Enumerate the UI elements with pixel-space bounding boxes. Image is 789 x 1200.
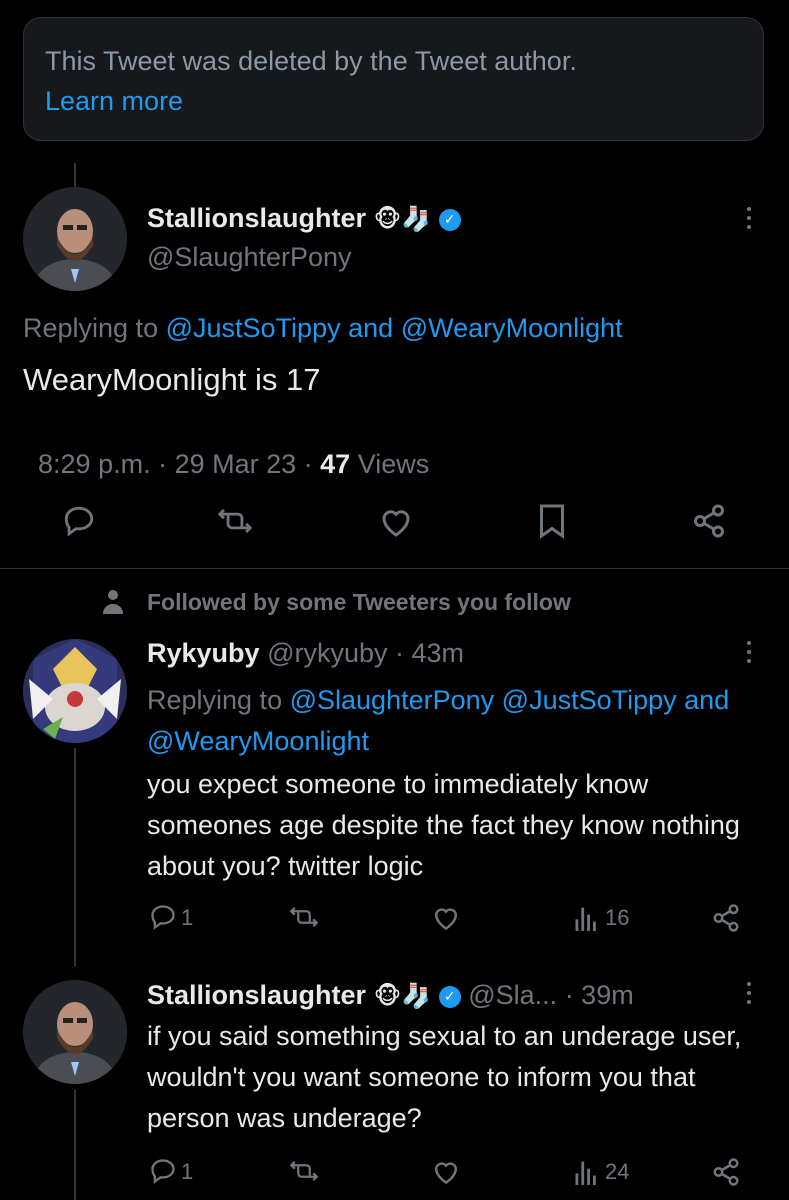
social-context-label: Followed by some Tweeters you follow [147, 589, 571, 615]
main-tweet-views-label: Views [350, 449, 430, 479]
reply1-views-count: 16 [605, 905, 630, 930]
more-icon[interactable] [747, 982, 751, 1004]
retweet-icon[interactable] [289, 903, 319, 931]
main-tweet-handle[interactable]: @SlaughterPony [147, 242, 352, 273]
like-icon[interactable] [378, 505, 414, 538]
share-icon[interactable] [711, 1157, 741, 1187]
views-icon[interactable] [573, 903, 599, 931]
reply2-reply-count: 1 [181, 1159, 194, 1184]
reply1-text: you expect someone to immediately know s… [147, 769, 740, 881]
reply2-views-count: 24 [605, 1159, 630, 1184]
reply-icon[interactable] [149, 1157, 177, 1185]
mention-justsotippy[interactable]: @JustSoTippy [502, 685, 677, 715]
reply2-handle[interactable]: @Sla... [468, 980, 557, 1010]
share-icon[interactable] [711, 903, 741, 933]
main-tweet-timestamp[interactable]: 8:29 p.m. · 29 Mar 23 · [38, 449, 320, 479]
reply1-reply-count: 1 [181, 905, 194, 930]
main-tweet-header: Stallionslaughter 🐵🧦 ✓ [147, 203, 461, 234]
main-tweet-display-name[interactable]: Stallionslaughter [147, 203, 366, 233]
bookmark-icon[interactable] [537, 503, 567, 539]
main-tweet-replying-to: Replying to @JustSoTippy and @WearyMoonl… [23, 313, 623, 344]
more-icon[interactable] [747, 641, 751, 663]
more-icon[interactable] [747, 207, 751, 229]
reply1-display-name[interactable]: Rykyuby [147, 638, 260, 668]
verified-icon: ✓ [438, 985, 461, 1008]
avatar-rykyuby[interactable] [23, 639, 127, 743]
replying-and: and [348, 313, 394, 343]
mention-wearymoonlight[interactable]: @WearyMoonlight [147, 726, 369, 756]
person-icon [101, 588, 125, 614]
thread-line-reply1 [74, 748, 76, 966]
reply1-header: Rykyuby @rykyuby · 43m [147, 638, 464, 669]
retweet-icon[interactable] [217, 504, 253, 538]
main-tweet-text: WearyMoonlight is 17 [23, 362, 321, 397]
reply2-text: if you said something sexual to an under… [147, 1021, 742, 1133]
main-tweet-meta: 8:29 p.m. · 29 Mar 23 · 47 Views [23, 418, 429, 480]
replying-to-label: Replying to [147, 685, 283, 715]
avatar-stallionslaughter[interactable] [23, 187, 127, 291]
deleted-notice-text: This Tweet was deleted by the Tweet auth… [45, 46, 577, 76]
main-tweet-views-count: 47 [320, 449, 351, 479]
thread-line-reply2 [74, 1090, 76, 1200]
mention-justsotippy[interactable]: @JustSoTippy [166, 313, 341, 343]
main-tweet-emojis: 🐵🧦 [373, 205, 432, 233]
reply2-header: Stallionslaughter 🐵🧦 ✓ @Sla... · 39m [147, 980, 634, 1011]
divider [0, 568, 789, 569]
reply2-emojis: 🐵🧦 [373, 982, 432, 1010]
like-icon[interactable] [431, 904, 461, 931]
reply2-display-name[interactable]: Stallionslaughter [147, 980, 366, 1010]
reply-icon[interactable] [62, 504, 96, 538]
reply-icon[interactable] [149, 903, 177, 931]
replying-and: and [684, 685, 730, 715]
reply1-handle-time[interactable]: @rykyuby · 43m [267, 638, 464, 668]
replying-to-label: Replying to [23, 313, 159, 343]
share-icon[interactable] [691, 503, 727, 539]
avatar-stallionslaughter[interactable] [23, 980, 127, 1084]
mention-slaughterpony[interactable]: @SlaughterPony [290, 685, 495, 715]
like-icon[interactable] [431, 1158, 461, 1185]
thread-line-top [74, 163, 76, 187]
reply1-replying-to: Replying to @SlaughterPony @JustSoTippy … [147, 680, 767, 762]
learn-more-link[interactable]: Learn more [45, 86, 183, 117]
retweet-icon[interactable] [289, 1157, 319, 1185]
mention-wearymoonlight[interactable]: @WearyMoonlight [401, 313, 623, 343]
views-icon[interactable] [573, 1157, 599, 1185]
verified-icon: ✓ [438, 208, 461, 231]
reply2-time[interactable]: · 39m [565, 980, 634, 1010]
deleted-tweet-notice: This Tweet was deleted by the Tweet auth… [23, 17, 764, 141]
